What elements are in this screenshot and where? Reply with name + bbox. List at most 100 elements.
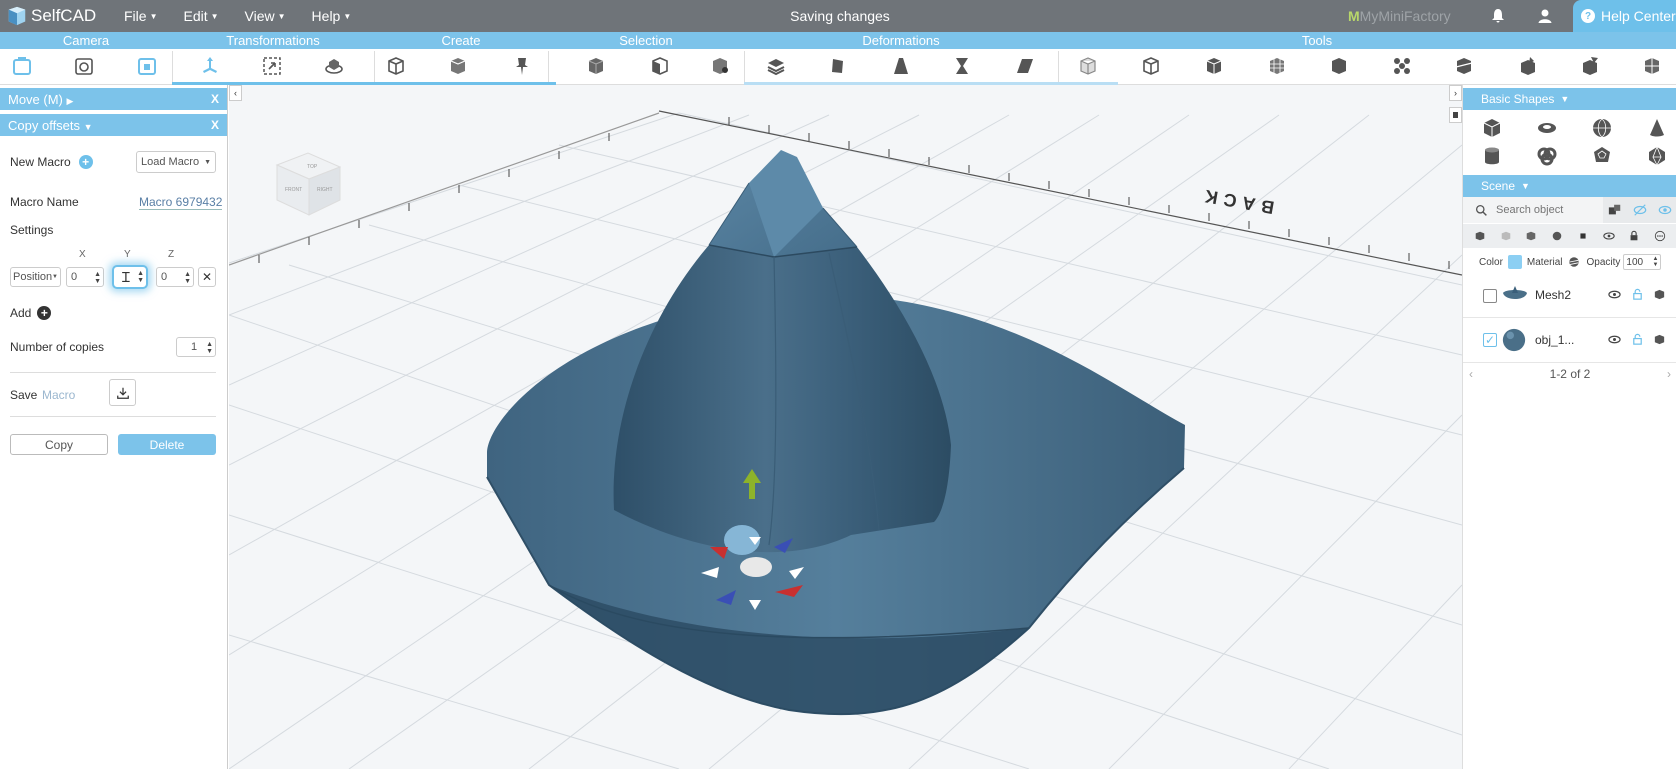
load-macro-select[interactable]: Load Macro ▼ bbox=[136, 151, 216, 173]
category-deformations[interactable]: Deformations bbox=[744, 32, 1058, 49]
download-macro-button[interactable] bbox=[109, 379, 136, 406]
scale-tool-button[interactable] bbox=[260, 53, 284, 79]
view-cube[interactable]: TOP FRONT RIGHT bbox=[275, 152, 342, 216]
copy-offsets-header[interactable]: Copy offsets ▼ X bbox=[0, 114, 227, 136]
menu-file[interactable]: File ▼ bbox=[124, 8, 157, 24]
add-macro-icon[interactable]: + bbox=[78, 155, 93, 169]
unlock-icon[interactable] bbox=[1631, 333, 1644, 346]
filter-light-icon[interactable] bbox=[1577, 230, 1589, 242]
select-vertex-button[interactable] bbox=[708, 53, 732, 79]
tool-pattern-button[interactable] bbox=[1390, 53, 1414, 79]
notification-bell-icon[interactable] bbox=[1490, 8, 1506, 24]
category-transformations[interactable]: Transformations bbox=[172, 32, 374, 49]
unlock-icon[interactable] bbox=[1631, 288, 1644, 301]
menu-view[interactable]: View ▼ bbox=[245, 8, 286, 24]
sketch-pin-button[interactable] bbox=[510, 53, 534, 79]
remove-offset-button[interactable]: ✕ bbox=[198, 267, 216, 287]
visibility-icon[interactable] bbox=[1608, 288, 1621, 301]
help-center-button[interactable]: ? Help Center bbox=[1573, 0, 1676, 32]
offset-y-input[interactable]: Ɪ ▲ ▼ bbox=[112, 265, 148, 289]
copies-input[interactable]: 1 ▲ ▼ bbox=[176, 337, 216, 357]
app-logo[interactable]: SelfCAD bbox=[0, 0, 110, 32]
move-tool-button[interactable] bbox=[198, 53, 222, 79]
deform-twist-button[interactable] bbox=[950, 53, 974, 79]
icosahedron-shape-icon[interactable] bbox=[1646, 145, 1668, 167]
tool-boolean-button[interactable] bbox=[1327, 53, 1351, 79]
cube-shape-icon[interactable] bbox=[1481, 117, 1503, 139]
material-icon[interactable] bbox=[1568, 256, 1580, 268]
cone-model[interactable] bbox=[613, 150, 951, 553]
lock-icon[interactable] bbox=[1628, 230, 1640, 242]
search-object-input[interactable] bbox=[1496, 204, 1591, 216]
camera-view-button[interactable] bbox=[10, 53, 34, 79]
next-page-icon[interactable]: › bbox=[1667, 367, 1671, 381]
object-type-icon[interactable] bbox=[1653, 333, 1666, 346]
create-group-button[interactable] bbox=[446, 53, 470, 79]
filter-mesh-icon[interactable] bbox=[1500, 230, 1512, 242]
visibility-icon[interactable] bbox=[1602, 230, 1615, 242]
color-swatch[interactable] bbox=[1507, 255, 1522, 269]
tool-solid-button[interactable] bbox=[1202, 53, 1226, 79]
deform-taper-button[interactable] bbox=[889, 53, 913, 79]
object-type-icon[interactable] bbox=[1653, 288, 1666, 301]
tool-sculpt-button[interactable] bbox=[1516, 53, 1540, 79]
rotate-tool-button[interactable] bbox=[322, 53, 346, 79]
offset-type-select[interactable]: Position ▼ bbox=[10, 267, 61, 287]
deform-stack-button[interactable] bbox=[764, 53, 788, 79]
scene-object-row[interactable]: ✓ obj_1... bbox=[1463, 318, 1676, 362]
scene-header[interactable]: Scene ▼ bbox=[1463, 175, 1676, 197]
knot-shape-icon[interactable] bbox=[1536, 145, 1558, 167]
tool-hollow-button[interactable] bbox=[1139, 53, 1163, 79]
tool-mesh-button[interactable] bbox=[1640, 53, 1664, 79]
opacity-input[interactable]: 100 ▲ ▼ bbox=[1623, 254, 1662, 270]
menu-edit[interactable]: Edit ▼ bbox=[183, 8, 218, 24]
sphere-shape-icon[interactable] bbox=[1591, 117, 1613, 139]
more-options-icon[interactable] bbox=[1654, 230, 1666, 242]
show-all-icon[interactable] bbox=[1658, 203, 1672, 217]
delete-button[interactable]: Delete bbox=[118, 434, 216, 455]
tool-repair-button[interactable] bbox=[1578, 53, 1602, 79]
scene-canvas[interactable]: BACK TOP FRONT RIGHT bbox=[229, 85, 1462, 769]
visibility-icon[interactable] bbox=[1608, 333, 1621, 346]
close-copy-panel-button[interactable]: X bbox=[211, 118, 219, 132]
group-objects-icon[interactable] bbox=[1608, 203, 1622, 217]
dodecahedron-shape-icon[interactable] bbox=[1591, 145, 1613, 167]
category-camera[interactable]: Camera bbox=[0, 32, 172, 49]
offset-x-input[interactable]: 0 ▲ ▼ bbox=[66, 267, 104, 287]
basic-shapes-header[interactable]: Basic Shapes ▼ bbox=[1463, 88, 1676, 110]
menu-help[interactable]: Help ▼ bbox=[312, 8, 352, 24]
tool-slice-button[interactable] bbox=[1452, 53, 1476, 79]
hide-all-icon[interactable] bbox=[1633, 203, 1647, 217]
tool-voxel-button[interactable] bbox=[1265, 53, 1289, 79]
scene-object-row[interactable]: Mesh2 bbox=[1463, 273, 1676, 317]
cone-shape-icon[interactable] bbox=[1646, 117, 1668, 139]
3d-viewport[interactable]: BACK TOP FRONT RIGHT ‹ › bbox=[229, 85, 1462, 769]
add-offset-icon[interactable]: + bbox=[37, 306, 52, 320]
create-cube-button[interactable] bbox=[384, 53, 408, 79]
prev-page-icon[interactable]: ‹ bbox=[1469, 367, 1473, 381]
filter-sketch-icon[interactable] bbox=[1551, 230, 1563, 242]
gizmo-center-handle[interactable] bbox=[740, 557, 772, 577]
category-create[interactable]: Create bbox=[374, 32, 548, 49]
copy-button[interactable]: Copy bbox=[10, 434, 108, 455]
offset-z-input[interactable]: 0 ▲ ▼ bbox=[156, 267, 194, 287]
filter-group-icon[interactable] bbox=[1525, 230, 1537, 242]
category-tools[interactable]: Tools bbox=[1058, 32, 1576, 49]
select-object-button[interactable] bbox=[584, 53, 608, 79]
close-move-panel-button[interactable]: X bbox=[211, 92, 219, 106]
select-face-button[interactable] bbox=[648, 53, 672, 79]
torus-shape-icon[interactable] bbox=[1536, 117, 1558, 139]
deform-skew-button[interactable] bbox=[1013, 53, 1037, 79]
macro-name-input[interactable]: Macro 6979432 bbox=[139, 195, 223, 210]
collapse-left-panel-button[interactable]: ‹ bbox=[229, 85, 242, 101]
filter-solid-icon[interactable] bbox=[1474, 230, 1486, 242]
move-panel-header[interactable]: Move (M) ▶ X bbox=[0, 88, 227, 110]
object-checkbox[interactable] bbox=[1483, 289, 1497, 303]
tool-wireframe-button[interactable] bbox=[1076, 53, 1100, 79]
collapse-right-panel-button[interactable]: › bbox=[1449, 85, 1462, 101]
deform-bend-button[interactable] bbox=[826, 53, 850, 79]
camera-reset-button[interactable] bbox=[72, 53, 96, 79]
myminifactory-link[interactable]: MMyMiniFactory bbox=[1348, 8, 1451, 24]
object-checkbox-checked[interactable]: ✓ bbox=[1483, 333, 1497, 347]
camera-fit-button[interactable] bbox=[135, 53, 159, 79]
